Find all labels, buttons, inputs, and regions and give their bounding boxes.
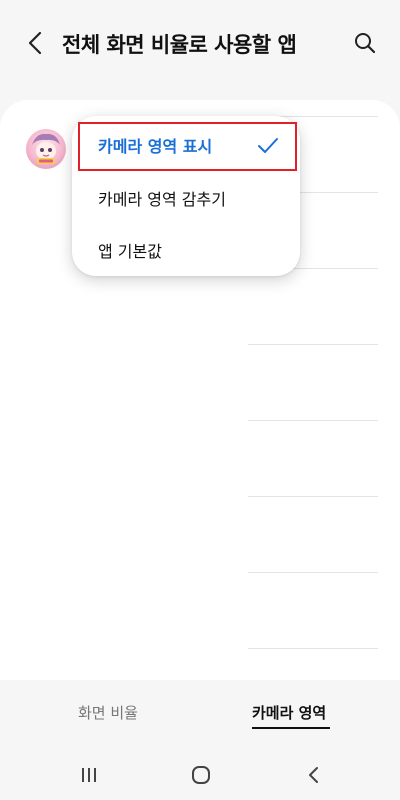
- page-title: 전체 화면 비율로 사용할 앱: [62, 33, 297, 57]
- back-button[interactable]: [22, 30, 48, 56]
- bottom-tabs: 화면 비율 카메라 영역: [0, 680, 400, 750]
- screen: 전체 화면 비율로 사용할 앱 카메라 영역 표시 카메라 영역 감추기 앱 기…: [0, 0, 400, 800]
- menu-item-label: 카메라 영역 표시: [98, 137, 213, 156]
- recents-button[interactable]: [74, 760, 104, 790]
- search-button[interactable]: [352, 30, 378, 56]
- recents-icon: [82, 768, 96, 782]
- menu-item-label: 카메라 영역 감추기: [98, 190, 226, 209]
- blank-area: [24, 280, 248, 680]
- system-nav-bar: [0, 750, 400, 800]
- chevron-left-icon: [28, 31, 42, 55]
- search-icon: [355, 33, 376, 54]
- menu-item-label: 앱 기본값: [98, 242, 162, 261]
- list-divider: [248, 648, 378, 649]
- app-icon[interactable]: [26, 129, 66, 169]
- blank-area: [20, 198, 70, 260]
- checkmark-icon: [258, 138, 278, 153]
- menu-item-hide-camera-area[interactable]: 카메라 영역 감추기: [72, 172, 300, 224]
- list-divider: [248, 496, 378, 497]
- nav-back-button[interactable]: [298, 760, 328, 790]
- back-icon: [309, 767, 318, 783]
- list-divider: [248, 420, 378, 421]
- menu-item-app-default[interactable]: 앱 기본값: [72, 224, 300, 276]
- list-divider: [248, 344, 378, 345]
- tab-screen-ratio[interactable]: 화면 비율: [78, 702, 138, 723]
- app-bar: 전체 화면 비율로 사용할 앱: [0, 0, 400, 90]
- home-icon: [192, 766, 210, 784]
- active-tab-indicator: [252, 727, 330, 729]
- tab-camera-area[interactable]: 카메라 영역: [252, 702, 326, 723]
- list-divider: [248, 572, 378, 573]
- anime-character-icon: [32, 133, 60, 164]
- home-button[interactable]: [186, 760, 216, 790]
